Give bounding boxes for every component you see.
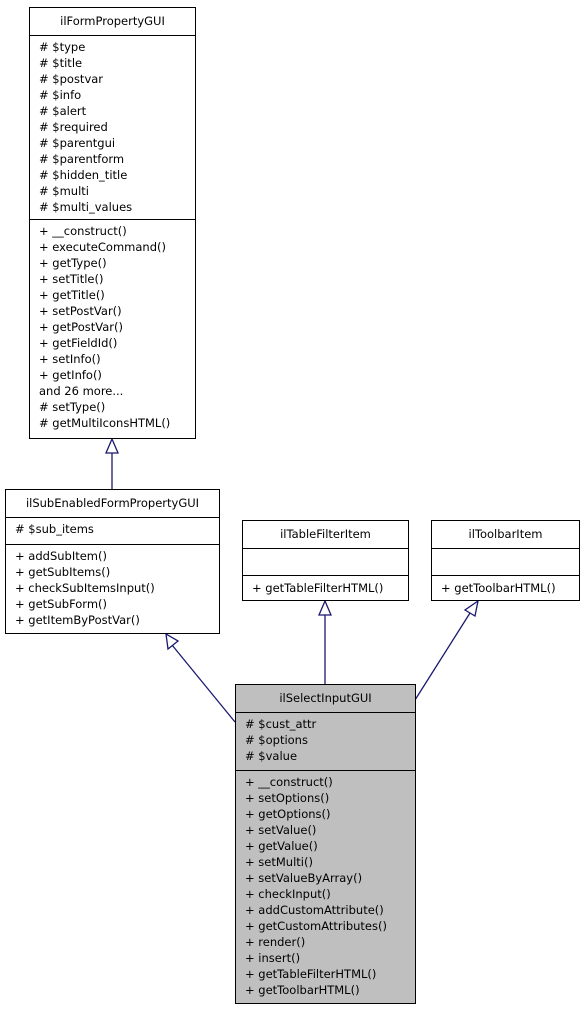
method: + getToolbarHTML() — [441, 581, 556, 595]
class-box-ilsubenabledformpropertygui[interactable]: ilSubEnabledFormPropertyGUI # $sub_items… — [5, 489, 220, 634]
methods-section: + getTableFilterHTML() — [243, 576, 408, 599]
attribute: # $sub_items — [15, 522, 94, 536]
method: + getInfo() — [39, 368, 102, 382]
method: + getValue() — [245, 839, 318, 853]
edge-select-to-tablefilter — [318, 599, 332, 684]
attribute: # $options — [245, 733, 308, 747]
class-name: ilToolbarItem — [432, 521, 579, 549]
methods-section: + getToolbarHTML() — [432, 576, 579, 599]
attributes-section: # $sub_items — [6, 518, 219, 545]
attribute: # $postvar — [39, 72, 104, 86]
method: + getSubItems() — [15, 565, 111, 579]
attribute: # $multi — [39, 184, 89, 198]
method: + getTableFilterHTML() — [252, 581, 384, 595]
attributes-section: # $cust_attr # $options # $value — [236, 713, 415, 771]
method: # setType() — [39, 400, 106, 414]
attribute: # $required — [39, 120, 108, 134]
method: + setValueByArray() — [245, 871, 363, 885]
edge-subenabled-to-formproperty — [105, 437, 119, 489]
method: + getPostVar() — [39, 320, 123, 334]
method: + addCustomAttribute() — [245, 903, 384, 917]
attribute: # $title — [39, 56, 83, 70]
method: + setMulti() — [245, 855, 313, 869]
attribute: # $alert — [39, 104, 87, 118]
method: + getTableFilterHTML() — [245, 967, 377, 981]
method: # getMultiIconsHTML() — [39, 416, 171, 430]
class-name: ilTableFilterItem — [243, 521, 408, 549]
attribute: # $info — [39, 88, 82, 102]
method: + setPostVar() — [39, 304, 122, 318]
method: + __construct() — [39, 224, 127, 238]
methods-section: + addSubItem() + getSubItems() + checkSu… — [6, 545, 219, 631]
method: + getItemByPostVar() — [15, 613, 140, 627]
method: + setValue() — [245, 823, 317, 837]
attributes-section: # $type # $title # $postvar # $info # $a… — [30, 36, 195, 220]
class-name: ilSubEnabledFormPropertyGUI — [6, 490, 219, 518]
class-name: ilFormPropertyGUI — [30, 8, 195, 36]
method: + getType() — [39, 256, 107, 270]
method: + checkSubItemsInput() — [15, 581, 155, 595]
attribute: # $value — [245, 749, 298, 763]
method: + setTitle() — [39, 272, 104, 286]
class-box-iltoolbaritem[interactable]: ilToolbarItem + getToolbarHTML() — [431, 520, 580, 601]
method: + setInfo() — [39, 352, 101, 366]
method: + executeCommand() — [39, 240, 166, 254]
methods-section: + __construct() + setOptions() + getOpti… — [236, 771, 415, 1001]
method: + getToolbarHTML() — [245, 983, 360, 997]
methods-section: + __construct() + executeCommand() + get… — [30, 220, 195, 434]
more-methods-link[interactable]: and 26 more... — [39, 383, 195, 399]
method: + __construct() — [245, 775, 333, 789]
method: + checkInput() — [245, 887, 331, 901]
attributes-section — [243, 549, 408, 576]
attribute: # $hidden_title — [39, 168, 128, 182]
method: + render() — [245, 935, 306, 949]
attribute: # $cust_attr — [245, 717, 317, 731]
class-name: ilSelectInputGUI — [236, 685, 415, 713]
class-box-ilformpropertygui[interactable]: ilFormPropertyGUI # $type # $title # $po… — [29, 7, 196, 439]
method: + getFieldId() — [39, 336, 118, 350]
class-box-iltablefilteritem[interactable]: ilTableFilterItem + getTableFilterHTML() — [242, 520, 409, 601]
method: + getSubForm() — [15, 597, 108, 611]
attribute: # $type — [39, 40, 86, 54]
attribute: # $multi_values — [39, 200, 133, 214]
edge-select-to-toolbar — [414, 599, 479, 701]
method: + getCustomAttributes() — [245, 919, 387, 933]
method: + addSubItem() — [15, 549, 107, 563]
attribute: # $parentform — [39, 152, 125, 166]
edge-select-to-subenabled — [165, 632, 236, 723]
class-box-ilselectinputgui[interactable]: ilSelectInputGUI # $cust_attr # $options… — [235, 684, 416, 1004]
method: + getTitle() — [39, 288, 105, 302]
method: + getOptions() — [245, 807, 331, 821]
method: + insert() — [245, 951, 301, 965]
method: + setOptions() — [245, 791, 330, 805]
attributes-section — [432, 549, 579, 576]
attribute: # $parentgui — [39, 136, 116, 150]
